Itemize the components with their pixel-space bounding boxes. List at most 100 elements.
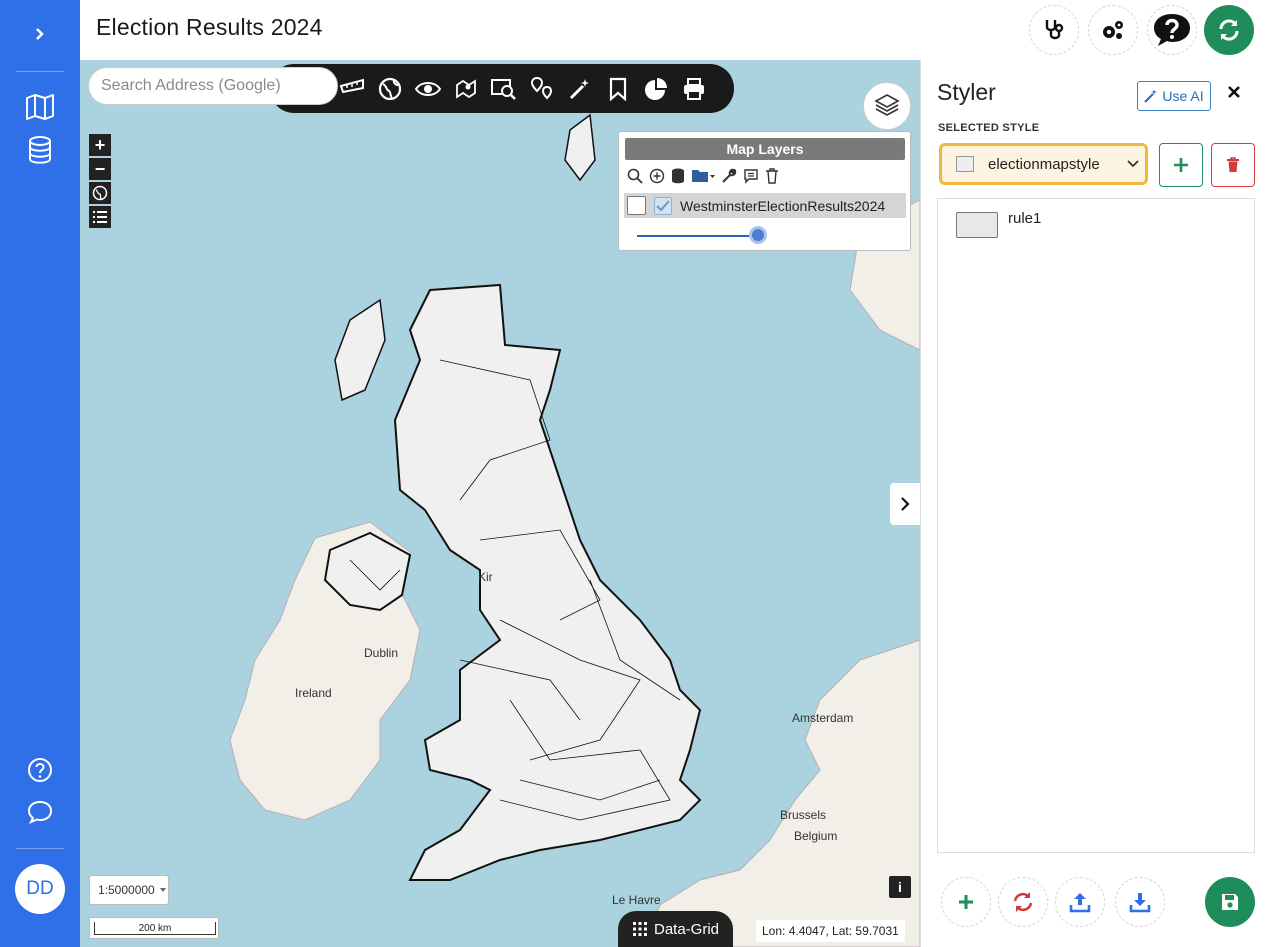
rule-item[interactable]: rule1 [956,209,1042,238]
add-style-button[interactable] [1159,143,1203,187]
print-tool[interactable] [678,69,710,109]
address-search-input[interactable] [88,67,338,105]
style-swatch [956,156,974,172]
rule-swatch[interactable] [956,212,998,238]
settings-button[interactable] [1088,5,1138,55]
layer-opacity-track[interactable] [637,235,765,237]
plus-icon [1174,158,1188,172]
map-label-kir: Kir [478,570,493,584]
printer-icon [684,77,704,100]
layer-opacity-handle[interactable] [749,226,767,244]
add-rule-button[interactable] [941,877,991,927]
chart-tool[interactable] [640,69,672,109]
data-grid-button[interactable]: Data-Grid [618,911,733,947]
help-bubble-icon [1154,14,1190,46]
map-label-dublin: Dublin [364,646,399,660]
chevron-down-icon [1127,160,1139,168]
rule-name: rule1 [1008,209,1042,227]
save-icon [1222,894,1238,910]
caret-down-icon [159,888,166,892]
save-style-button[interactable] [1205,877,1255,927]
folder-dropdown-icon[interactable] [691,168,715,184]
pie-chart-icon [645,77,667,100]
upload-style-button[interactable] [1055,877,1105,927]
bookmark-icon [609,77,627,101]
bookmark-tool[interactable] [602,69,634,109]
layer-row[interactable]: WestminsterElectionResults2024 [624,193,906,218]
chat-nav-button[interactable] [0,792,80,832]
map-label-belgium: Belgium [794,829,838,843]
layers-icon [874,94,900,116]
magic-tool[interactable] [564,69,596,109]
left-nav: DD [0,0,80,947]
zoom-in-button[interactable]: + [89,134,111,156]
style-select-dropdown[interactable]: electionmapstyle [939,143,1148,185]
datasets-nav-button[interactable] [0,130,80,170]
upload-icon [1069,893,1091,913]
map-pins-icon [530,76,553,99]
database-icon[interactable] [671,168,685,184]
search-icon[interactable] [627,168,643,184]
legend-button[interactable] [89,206,111,228]
diagnostics-button[interactable] [1029,5,1079,55]
search-data-tool[interactable] [488,69,520,109]
refresh-button[interactable] [1204,5,1254,55]
chevron-right-icon [36,28,44,40]
sync-icon [1013,892,1033,912]
map-label-amsterdam: Amsterdam [792,711,854,725]
nav-divider [16,848,64,849]
scale-select-value: 1:5000000 [98,883,155,897]
help-nav-button[interactable] [0,750,80,790]
globe-icon [92,185,108,201]
grid-icon [632,922,647,936]
eye-icon [415,81,441,96]
layer-select-checkbox[interactable] [627,196,646,215]
app-root: DD Election Results 2024 Dublin Ireland … [0,0,1270,947]
waypoints-tool[interactable] [526,69,558,109]
wrench-icon[interactable] [721,168,737,184]
search-window-icon [491,78,516,100]
download-style-button[interactable] [1115,877,1165,927]
trash-icon [1227,157,1239,172]
close-styler-button[interactable] [1227,82,1241,105]
trash-icon[interactable] [765,168,779,184]
stethoscope-icon [1045,20,1064,40]
map-canvas[interactable]: Dublin Ireland Amsterdam Brussels Belgiu… [80,60,920,947]
cursor-coordinates: Lon: 4.4047, Lat: 59.7031 [756,920,905,942]
map-label-ireland: Ireland [295,686,332,700]
zoom-controls: + − [89,134,111,230]
map-layers-panel: Map Layers WestminsterElectionResults202… [618,131,911,251]
reset-styles-button[interactable] [998,877,1048,927]
visibility-tool[interactable] [412,69,444,109]
expand-nav-button[interactable] [0,14,80,54]
comment-icon[interactable] [743,168,759,184]
layer-visibility-checkbox[interactable] [654,196,672,215]
add-circle-icon[interactable] [649,168,665,184]
help-button[interactable] [1147,5,1197,55]
measure-tool[interactable] [336,69,368,109]
maps-nav-button[interactable] [0,87,80,127]
scale-bar-label: 200 km [94,922,216,935]
nav-divider [16,71,64,72]
world-view-button[interactable] [89,182,111,204]
map-info-button[interactable]: i [889,876,911,898]
delete-style-button[interactable] [1211,143,1255,187]
zoom-out-button[interactable]: − [89,158,111,180]
collapse-panel-button[interactable] [890,483,920,525]
map-icon [26,94,54,120]
use-ai-button[interactable]: Use AI [1137,81,1211,111]
scale-select[interactable]: 1:5000000 [89,875,169,905]
gears-icon [1103,21,1123,39]
sync-icon [1219,19,1239,41]
map-toolbar [270,64,734,113]
styler-title: Styler [937,79,996,105]
map-label-brussels: Brussels [780,808,827,822]
user-avatar[interactable]: DD [15,864,65,914]
layer-switcher-button[interactable] [863,82,911,130]
globe-icon [378,77,402,100]
route-tool[interactable] [450,69,482,109]
selected-style-label: SELECTED STYLE [938,122,1040,134]
globe-tool[interactable] [374,69,406,109]
style-select-value: electionmapstyle [988,155,1100,173]
magic-wand-icon [569,78,589,99]
